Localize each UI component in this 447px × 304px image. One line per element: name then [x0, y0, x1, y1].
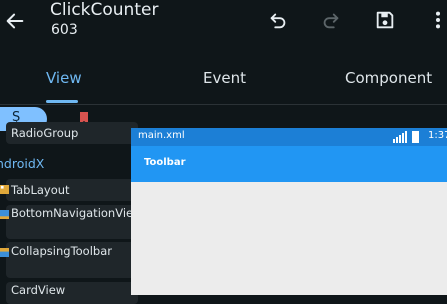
palette-item-tablayout[interactable]: TabLayout — [0, 179, 138, 201]
more-vertical-icon[interactable] — [430, 9, 446, 31]
tablayout-icon — [0, 185, 9, 194]
selected-tab-indicator — [46, 100, 78, 103]
collapsing-toolbar-icon — [0, 248, 9, 257]
tabs-divider — [0, 104, 447, 105]
palette-group-androidx: ndroidX — [0, 156, 45, 171]
battery-icon — [412, 131, 419, 143]
palette-item-label: RadioGroup — [11, 126, 79, 140]
signal-icon — [393, 131, 407, 143]
bottom-navigation-icon — [0, 210, 9, 219]
layout-file-name: main.xml — [138, 130, 185, 141]
status-time: 1:37 — [428, 130, 447, 141]
palette-item-collapsingtoolbar[interactable]: CollapsingToolbar — [0, 242, 138, 278]
palette-item-bottomnavigationview[interactable]: BottomNavigationView — [0, 205, 143, 239]
app-bar: ClickCounter 603 — [0, 0, 447, 56]
editor-tabs: View Event Component — [0, 56, 447, 104]
preview-toolbar[interactable]: Toolbar — [131, 146, 447, 182]
layout-preview[interactable]: main.xml 1:37 Toolbar — [131, 128, 447, 295]
back-arrow-icon[interactable] — [4, 10, 26, 32]
redo-icon[interactable] — [320, 9, 342, 31]
tab-component[interactable]: Component — [345, 68, 432, 88]
palette-item-label: CollapsingToolbar — [11, 244, 112, 258]
tab-view[interactable]: View — [46, 68, 82, 88]
toolbar-title: Toolbar — [144, 157, 186, 168]
palette-item-cardview[interactable]: CardView — [6, 282, 138, 304]
palette-item-label: CardView — [11, 283, 66, 297]
preview-canvas[interactable] — [131, 182, 447, 295]
undo-icon[interactable] — [267, 9, 289, 31]
save-icon[interactable] — [374, 9, 396, 31]
preview-status-bar: main.xml 1:37 — [131, 128, 447, 146]
project-title: ClickCounter — [50, 0, 159, 20]
tab-event[interactable]: Event — [203, 68, 246, 88]
project-id: 603 — [51, 22, 78, 38]
palette-item-label: BottomNavigationView — [11, 206, 143, 220]
palette-item-radiogroup[interactable]: RadioGroup — [6, 122, 138, 144]
palette-item-label: TabLayout — [11, 183, 70, 197]
